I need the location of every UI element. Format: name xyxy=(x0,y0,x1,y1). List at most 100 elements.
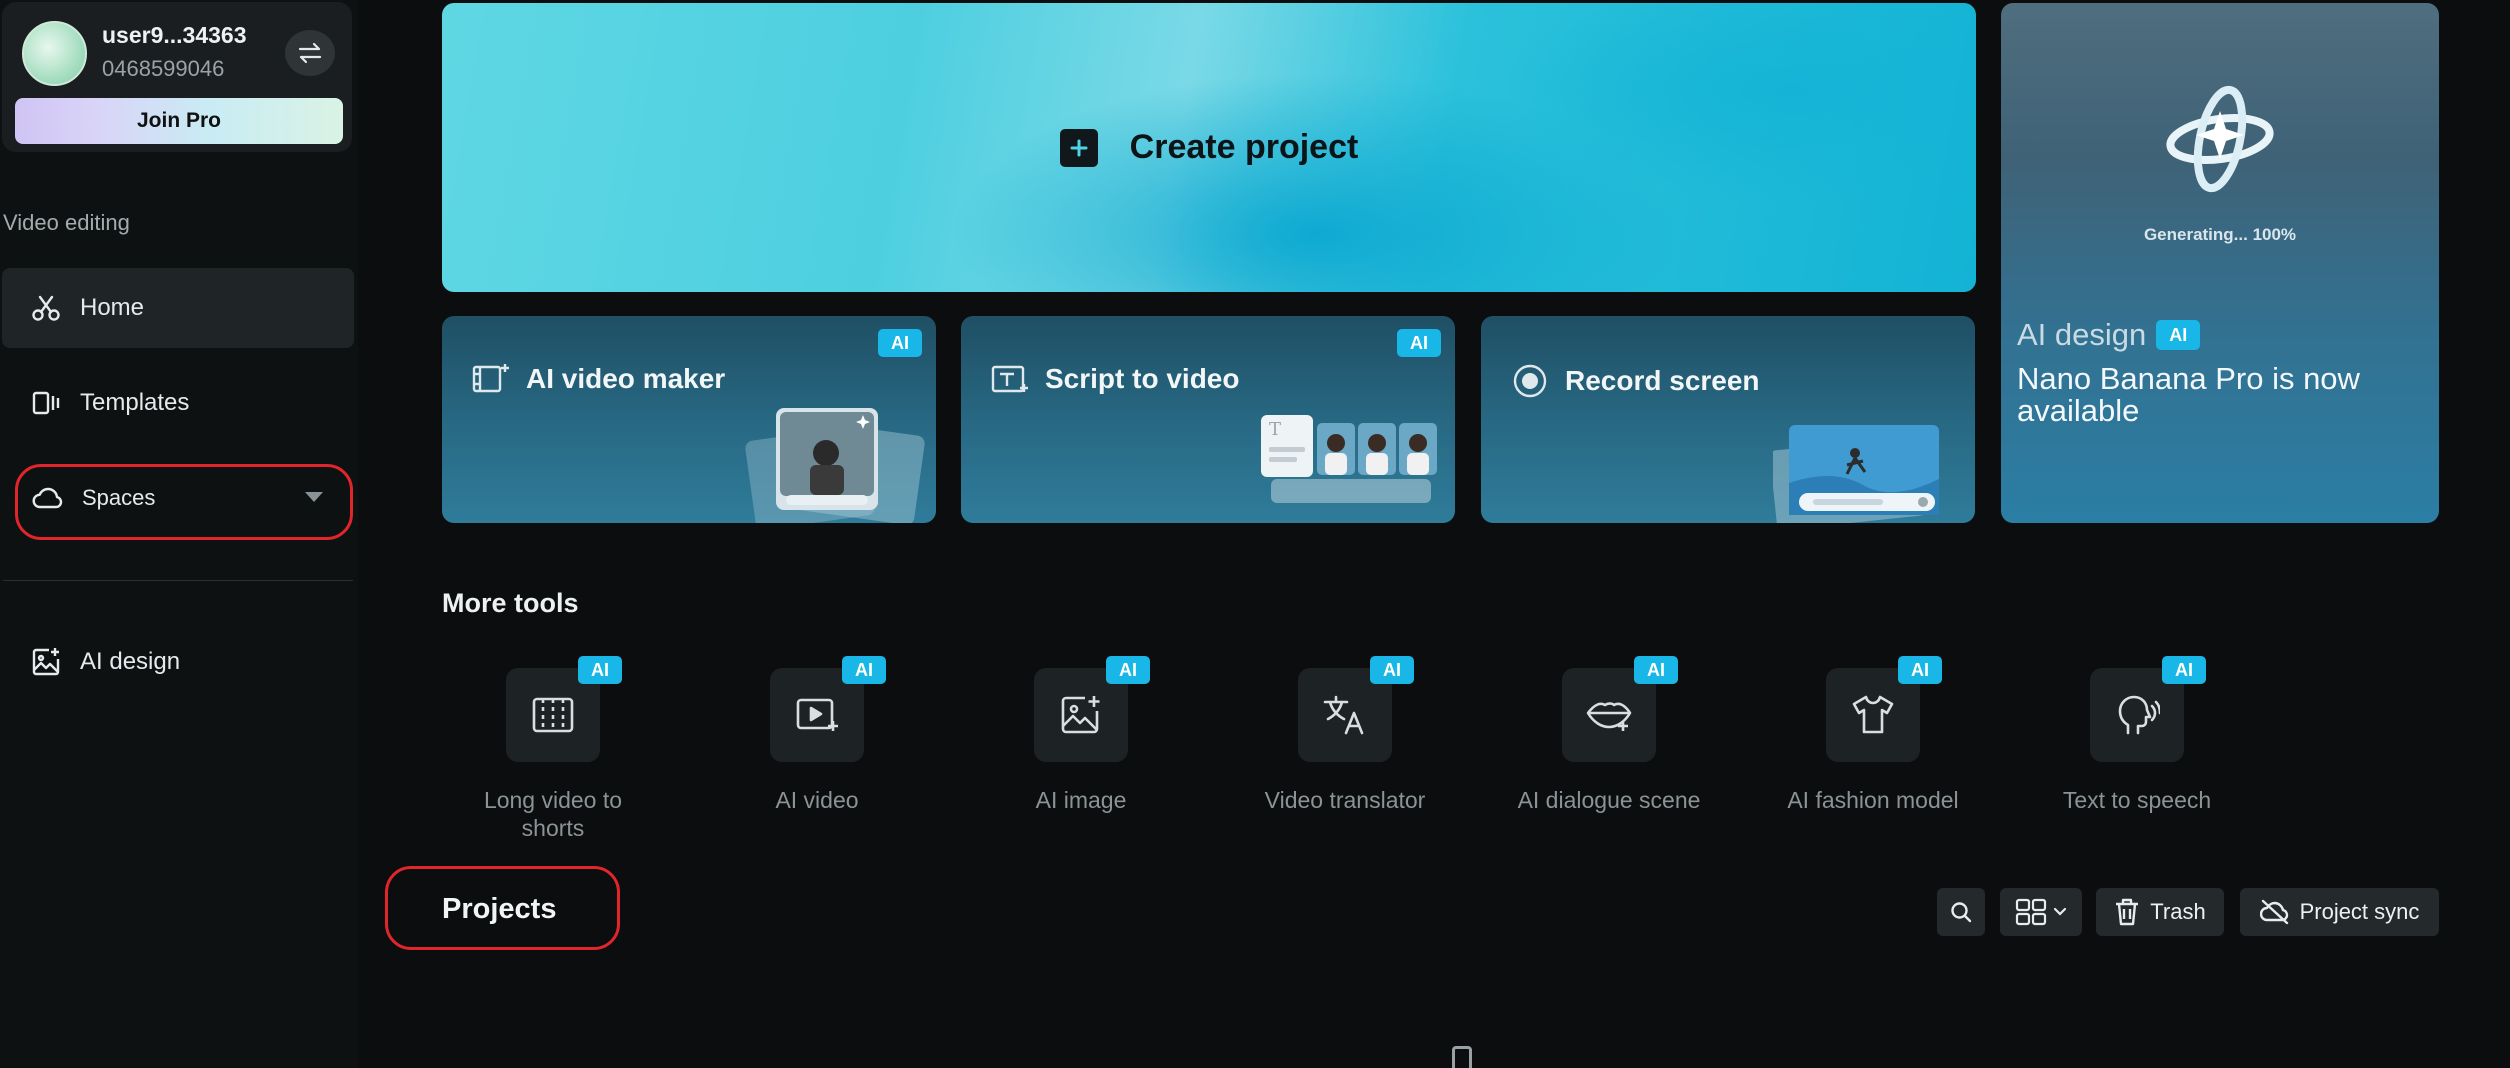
sidebar-item-label: Templates xyxy=(80,389,190,416)
record-icon xyxy=(1513,364,1547,398)
promo-status: Generating... 100% xyxy=(2143,225,2297,244)
sidebar-item-ai-design[interactable]: AI design xyxy=(2,622,354,702)
tool-text-to-speech[interactable]: AI Text to speech xyxy=(2037,656,2237,814)
card-label: AI video maker xyxy=(526,363,726,394)
grid-view-icon xyxy=(2015,898,2047,926)
user-card: user9...34363 0468599046 Join Pro xyxy=(2,2,352,152)
card-label: Record screen xyxy=(1565,365,1760,396)
sidebar-item-home[interactable]: Home xyxy=(2,268,354,348)
cloud-off-icon xyxy=(2259,899,2288,925)
join-pro-button[interactable]: Join Pro xyxy=(15,98,343,144)
scissors-icon xyxy=(32,295,60,321)
film-sparkle-icon xyxy=(472,364,509,393)
translate-icon xyxy=(1323,695,1364,735)
ai-badge: AI xyxy=(1898,656,1942,684)
tool-icon-box: AI xyxy=(1034,656,1150,762)
ai-badge: AI xyxy=(1397,329,1441,357)
create-project-label: Create project xyxy=(1129,128,1359,166)
trash-button[interactable]: Trash xyxy=(2096,888,2224,936)
ai-badge: AI xyxy=(1370,656,1414,684)
user-id: 0468599046 xyxy=(102,56,225,81)
card-illustration xyxy=(745,408,925,523)
speaking-head-icon xyxy=(2118,695,2160,735)
projects-title: Projects xyxy=(442,893,557,925)
ai-badge: AI xyxy=(1106,656,1150,684)
svg-text:T: T xyxy=(1269,419,1281,440)
promo-kicker-label: AI design xyxy=(2017,317,2147,352)
plus-icon xyxy=(1059,128,1098,167)
film-split-icon xyxy=(532,697,574,733)
switch-account-button[interactable] xyxy=(285,30,335,76)
image-sparkle-icon xyxy=(1061,696,1100,734)
sidebar-item-spaces[interactable]: Spaces xyxy=(2,458,354,538)
tool-label: AI dialogue scene xyxy=(1517,787,1701,813)
card-title: Record screen xyxy=(1511,362,1760,400)
tool-icon-box: AI xyxy=(1562,656,1678,762)
video-play-icon xyxy=(796,698,838,731)
ai-badge: AI xyxy=(578,656,622,684)
sidebar-item-label: Spaces xyxy=(82,485,156,510)
ai-badge: AI xyxy=(878,329,922,357)
project-sync-button[interactable]: Project sync xyxy=(2240,888,2439,936)
sidebar-item-label: AI design xyxy=(80,648,181,675)
tool-label: Long video to shorts xyxy=(483,787,623,841)
card-illustration: T xyxy=(1261,415,1437,503)
tool-label: AI video xyxy=(775,787,859,813)
ai-video-maker-card[interactable]: AI video maker AI xyxy=(442,316,936,523)
script-to-video-card[interactable]: Script to video AI T xyxy=(961,316,1455,523)
tool-label: Video translator xyxy=(1264,787,1426,813)
trash-label: Trash xyxy=(2150,899,2206,924)
tool-ai-dialogue-scene[interactable]: AI AI dialogue scene xyxy=(1509,656,1709,814)
card-title: AI video maker xyxy=(472,362,725,396)
sidebar-item-label: Home xyxy=(80,294,145,321)
tool-icon-box: AI xyxy=(770,656,886,762)
tool-ai-video[interactable]: AI AI video xyxy=(717,656,917,814)
chevron-down-icon[interactable] xyxy=(304,491,324,503)
record-screen-card[interactable]: Record screen xyxy=(1481,316,1975,523)
tool-video-translator[interactable]: AI Video translator xyxy=(1245,656,1445,814)
tool-label: AI image xyxy=(1035,787,1127,813)
templates-icon xyxy=(32,391,60,415)
tool-icon-box: AI xyxy=(506,656,622,762)
ai-design-logo-icon xyxy=(2166,85,2274,193)
tool-icon-box: AI xyxy=(2090,656,2206,762)
ai-design-promo-card[interactable]: Generating... 100% AI design AI Nano Ban… xyxy=(2001,3,2439,523)
tool-icon-box: AI xyxy=(1826,656,1942,762)
image-sparkle-icon xyxy=(32,648,60,676)
view-toggle-button[interactable] xyxy=(2000,888,2082,936)
tool-long-video-to-shorts[interactable]: AI Long video to shorts xyxy=(453,656,653,842)
card-label: Script to video xyxy=(1045,363,1240,394)
tool-label: AI fashion model xyxy=(1787,787,1959,813)
tool-icon-box: AI xyxy=(1298,656,1414,762)
create-project-banner[interactable]: Create project xyxy=(442,3,1976,292)
tool-ai-fashion-model[interactable]: AI AI fashion model xyxy=(1773,656,1973,814)
cloud-icon xyxy=(32,487,63,509)
tool-label: Text to speech xyxy=(2062,787,2212,813)
chevron-down-icon xyxy=(2053,907,2067,916)
lips-icon xyxy=(1586,702,1632,731)
project-sync-label: Project sync xyxy=(2299,899,2420,924)
sidebar-divider xyxy=(3,580,353,581)
app-root: user9...34363 0468599046 Join Pro Video … xyxy=(0,0,2510,1068)
shirt-icon xyxy=(1852,695,1894,734)
avatar[interactable] xyxy=(22,21,87,86)
swap-arrows-icon xyxy=(298,42,322,64)
promo-text: Nano Banana Pro is now available xyxy=(2017,361,2360,428)
ai-badge: AI xyxy=(2162,656,2206,684)
tool-ai-image[interactable]: AI AI image xyxy=(981,656,1181,814)
ai-badge: AI xyxy=(2156,320,2201,350)
card-title: Script to video xyxy=(991,362,1239,396)
user-name: user9...34363 xyxy=(102,22,247,48)
trash-icon xyxy=(2116,898,2139,926)
sidebar-item-templates[interactable]: Templates xyxy=(2,363,354,443)
ai-badge: AI xyxy=(842,656,886,684)
promo-kicker: AI design AI xyxy=(2017,317,2201,353)
sidebar: user9...34363 0468599046 Join Pro Video … xyxy=(0,0,358,1068)
search-icon xyxy=(1951,902,1972,923)
card-illustration xyxy=(1773,425,1939,523)
more-tools-title: More tools xyxy=(442,588,579,618)
scroll-content-hint-icon xyxy=(1452,1046,1472,1068)
search-projects-button[interactable] xyxy=(1937,888,1985,936)
text-frame-icon xyxy=(991,365,1028,393)
ai-badge: AI xyxy=(1634,656,1678,684)
